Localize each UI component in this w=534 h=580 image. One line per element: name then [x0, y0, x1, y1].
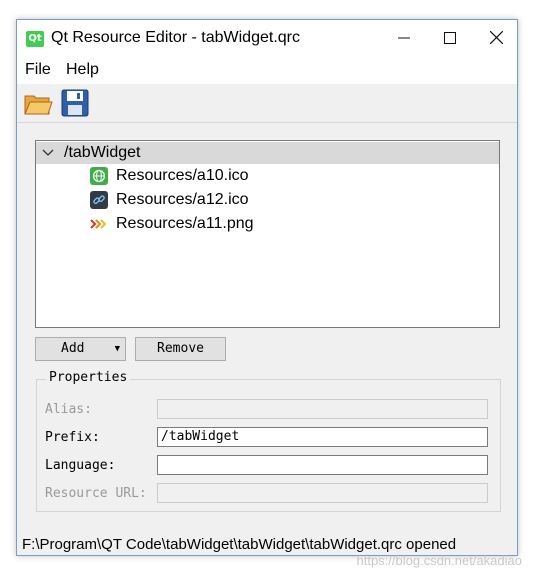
- properties-title: Properties: [46, 370, 131, 385]
- resource-url-label: Resource URL:: [45, 486, 147, 501]
- close-icon: [489, 30, 503, 45]
- tree-file-label: Resources/a12.ico: [116, 191, 249, 208]
- minimize-button[interactable]: [381, 20, 427, 58]
- add-button-label: Add: [61, 341, 85, 356]
- tree-file-row[interactable]: Resources/a11.png: [36, 213, 499, 235]
- menu-bar: File Help: [17, 58, 517, 84]
- maximize-button[interactable]: [427, 20, 473, 58]
- window-title: Qt Resource Editor - tabWidget.qrc: [51, 29, 300, 46]
- prefix-field[interactable]: /tabWidget: [157, 427, 488, 447]
- alias-label: Alias:: [45, 402, 92, 417]
- link-icon: [90, 191, 108, 209]
- resource-tree[interactable]: /tabWidget Resources/a10.ico Resources/a…: [35, 140, 500, 328]
- close-button[interactable]: [473, 20, 519, 58]
- tree-file-label: Resources/a11.png: [116, 215, 254, 232]
- menu-help[interactable]: Help: [66, 61, 99, 79]
- language-label: Language:: [45, 458, 116, 473]
- tree-file-label: Resources/a10.ico: [116, 167, 249, 184]
- save-button[interactable]: [60, 88, 90, 118]
- title-bar[interactable]: Qt Qt Resource Editor - tabWidget.qrc: [17, 20, 517, 58]
- prefix-label: Prefix:: [45, 430, 100, 445]
- arrows-icon: [90, 215, 108, 233]
- qt-app-icon: Qt: [26, 31, 44, 47]
- tree-file-row[interactable]: Resources/a12.ico: [36, 189, 499, 211]
- menu-file[interactable]: File: [25, 61, 51, 79]
- open-button[interactable]: [23, 88, 53, 118]
- add-button[interactable]: Add ▼: [35, 337, 126, 361]
- save-disk-icon: [61, 89, 89, 117]
- remove-button[interactable]: Remove: [135, 337, 226, 361]
- toolbar: [17, 84, 517, 123]
- resource-url-field: [157, 483, 488, 503]
- open-folder-icon: [24, 95, 53, 115]
- qt-resource-editor-window: Qt Qt Resource Editor - tabWidget.qrc Fi…: [16, 19, 518, 556]
- tree-file-row[interactable]: Resources/a10.ico: [36, 165, 499, 187]
- alias-field: [157, 399, 488, 419]
- maximize-icon: [444, 32, 456, 44]
- chevron-down-icon[interactable]: ▼: [115, 338, 120, 360]
- tree-root-label: /tabWidget: [64, 144, 141, 161]
- watermark: https://blog.csdn.net/akadiao: [356, 553, 522, 568]
- globe-icon: [90, 167, 108, 185]
- language-field[interactable]: [157, 455, 488, 475]
- tree-root-row[interactable]: /tabWidget: [36, 142, 499, 164]
- minimize-icon: [398, 37, 410, 39]
